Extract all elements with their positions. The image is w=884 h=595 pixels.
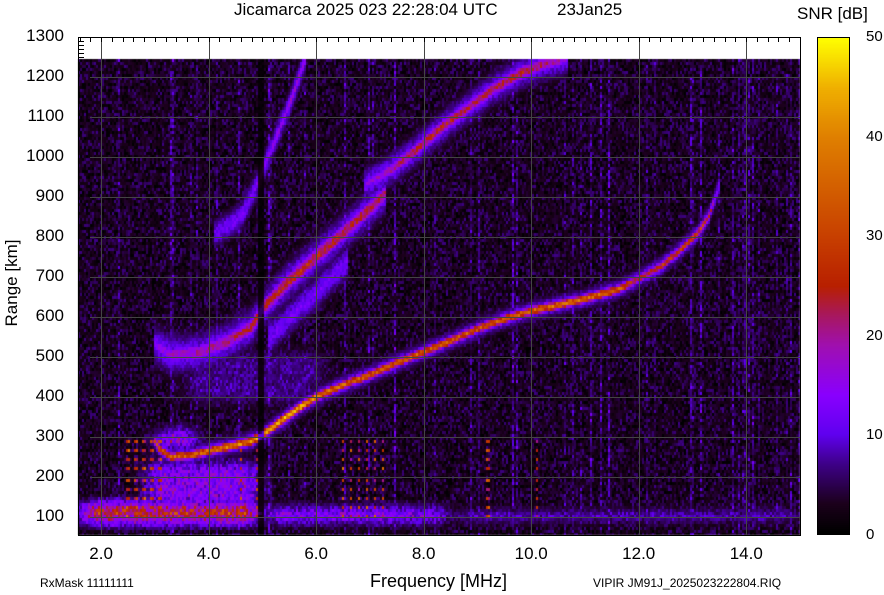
x-axis-label: Frequency [MHz]	[370, 571, 508, 591]
colorbar-tick-label: 50	[866, 28, 883, 45]
colorbar-tick-label: 20	[866, 326, 883, 344]
x-tick-label: 8.0	[411, 544, 436, 563]
colorbar-label: SNR [dB]	[797, 4, 868, 23]
plot-overlay	[78, 37, 801, 536]
y-tick-label: 300	[35, 426, 64, 445]
colorbar-tick-label: 10	[866, 426, 883, 444]
filename-label: VIPIR JM91J_2025023222804.RIQ	[593, 576, 782, 590]
x-tick-label: 10.0	[514, 544, 548, 563]
y-tick-label: 1000	[26, 146, 64, 165]
x-tick-label: 12.0	[622, 544, 656, 563]
y-tick-label: 1100	[27, 106, 64, 125]
x-tick-label: 4.0	[196, 544, 221, 563]
x-tick-label: 14.0	[729, 544, 763, 563]
y-tick-label: 1300	[26, 26, 64, 45]
rxmask-label: RxMask 11111111	[40, 576, 134, 590]
chart-title: Jicamarca 2025 023 22:28:04 UTC	[234, 0, 498, 19]
chart-date: 23Jan25	[557, 0, 623, 19]
y-tick-label: 400	[35, 386, 64, 405]
y-tick-label: 900	[35, 186, 64, 205]
y-tick-label: 100	[35, 506, 64, 525]
plot-frame	[78, 37, 801, 536]
colorbar-tick-label: 30	[866, 227, 883, 245]
x-tick-label: 2.0	[89, 544, 113, 563]
colorbar-tick-label: 40	[866, 127, 883, 145]
ionogram-heatmap	[0, 0, 884, 595]
colorbar	[817, 37, 850, 535]
x-tick-label: 6.0	[304, 544, 328, 563]
y-tick-label: 500	[35, 346, 64, 365]
colorbar-tick-label: 0	[866, 526, 875, 543]
y-tick-label: 200	[35, 466, 64, 485]
y-tick-label: 1200	[26, 66, 64, 85]
y-axis-label: Range [km]	[2, 239, 21, 327]
